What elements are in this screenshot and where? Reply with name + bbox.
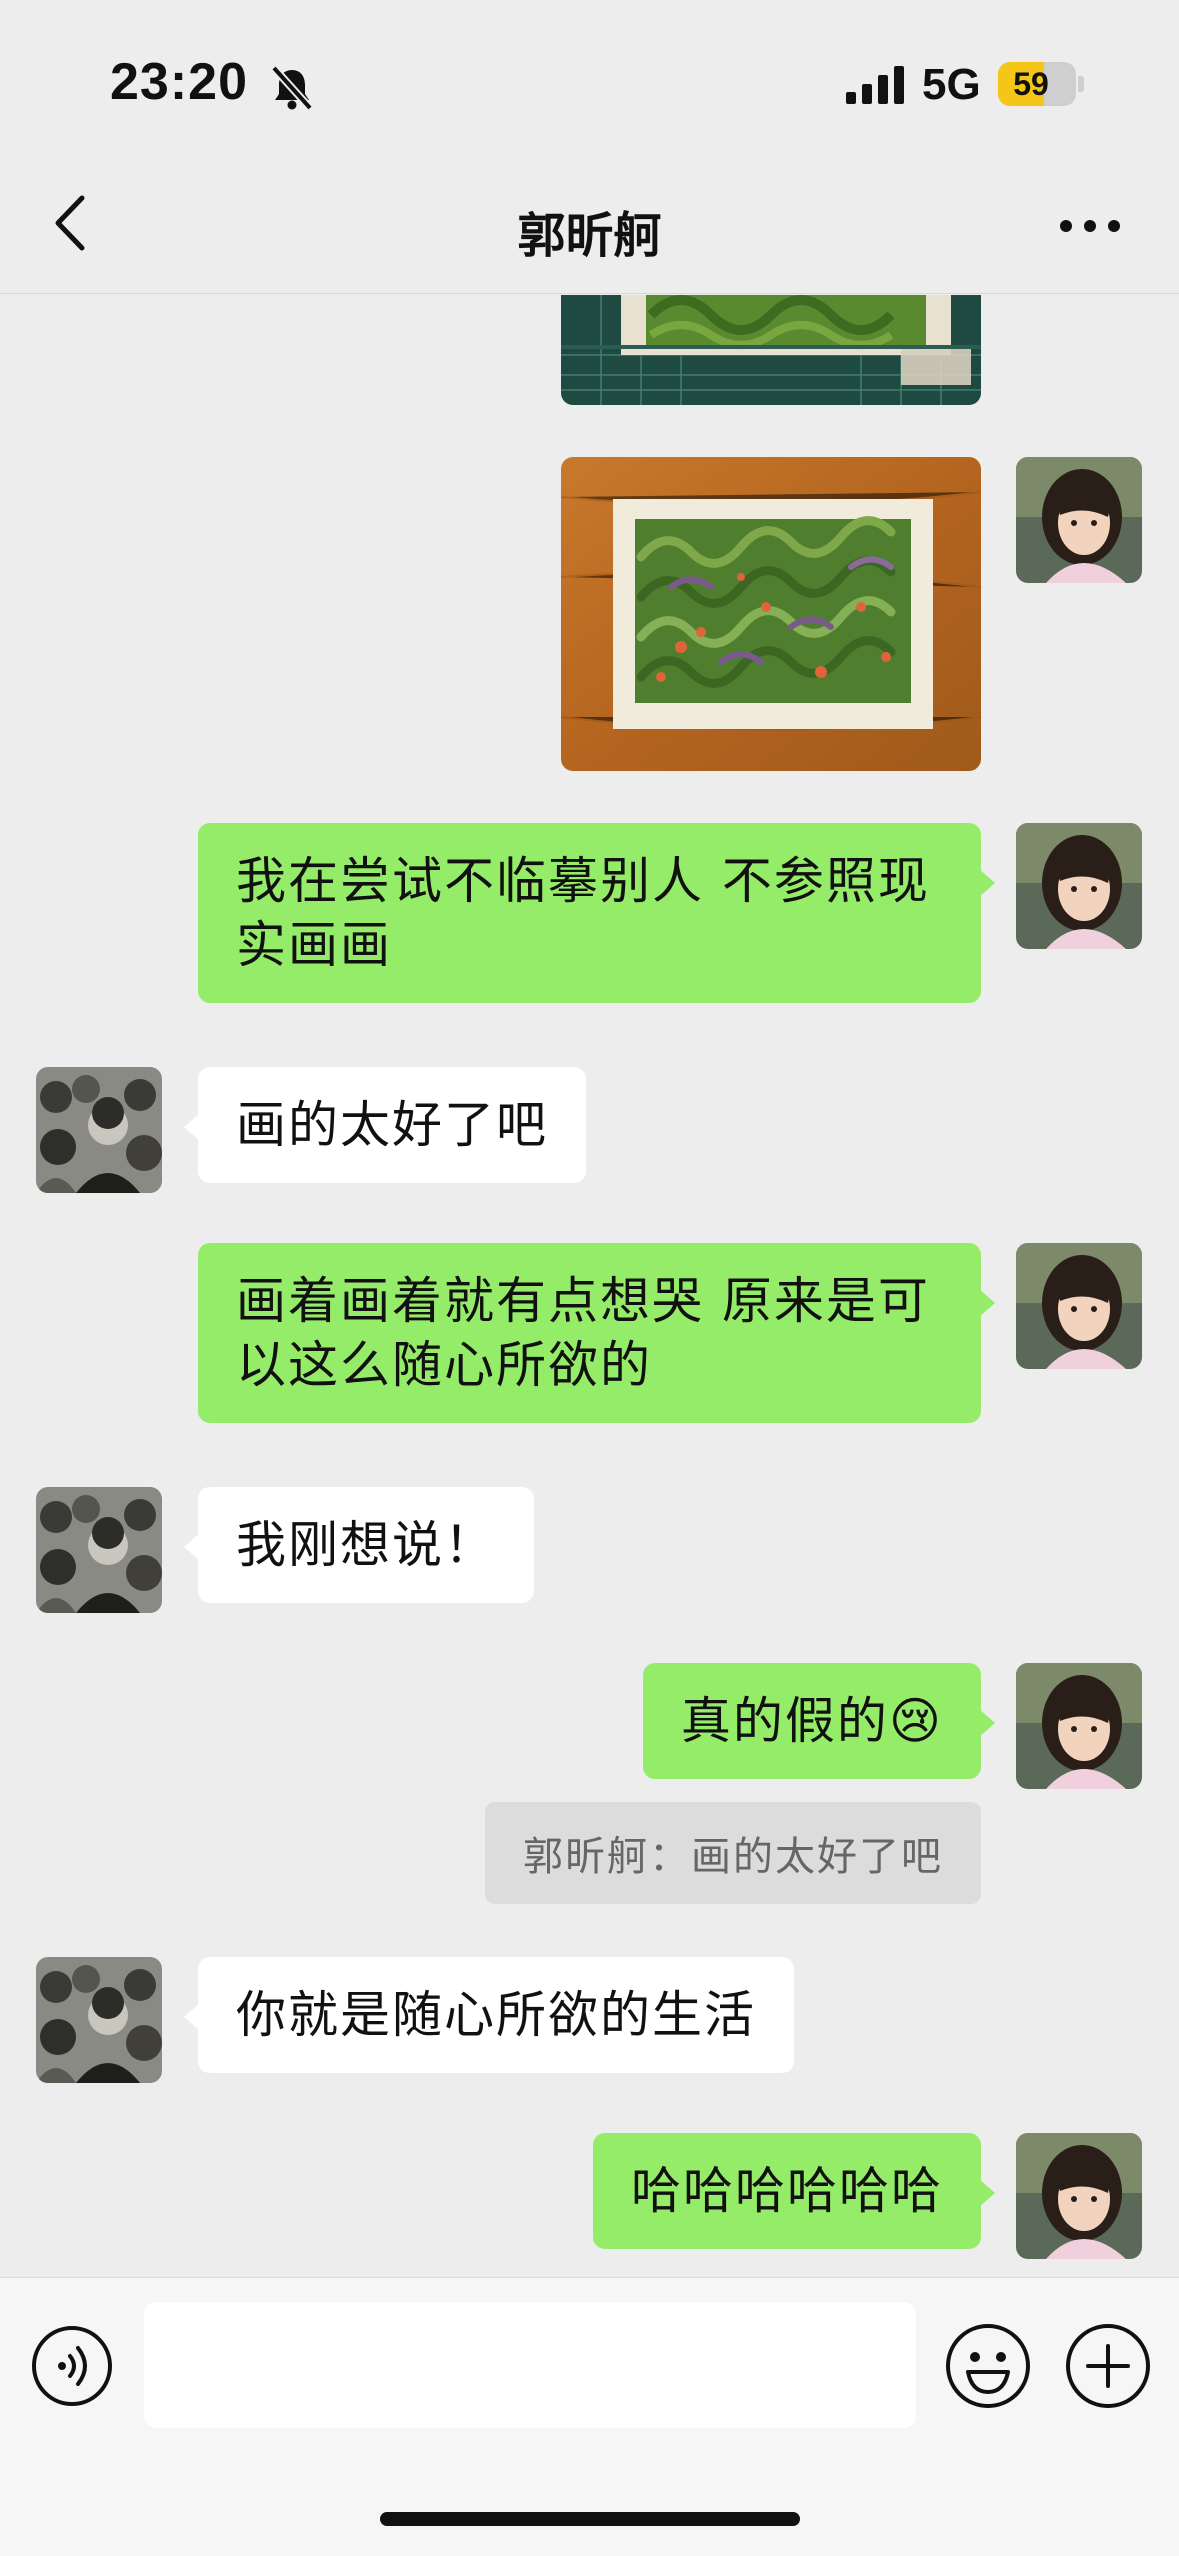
message-bubble-received[interactable]: 你就是随心所欲的生活 (184, 1957, 794, 2073)
battery-icon: 59 (998, 62, 1076, 106)
avatar[interactable] (36, 1487, 162, 1613)
message-list[interactable]: 我在尝试不临摹别人 不参照现 实画画 画的太好了吧 画着画着就有点想哭 原来是可… (0, 295, 1179, 2277)
painting-photo (561, 295, 981, 405)
message-bubble-sent[interactable]: 画着画着就有点想哭 原来是可 以这么随心所欲的 (198, 1243, 995, 1423)
message-text-line: 真的假的 (680, 1692, 889, 1750)
message-text-line: 实画画 (236, 916, 392, 974)
avatar[interactable] (1016, 823, 1142, 949)
network-type: 5G (922, 60, 981, 109)
signal-bars-icon (846, 66, 906, 108)
plus-icon (1066, 2324, 1150, 2408)
message-input[interactable] (144, 2302, 916, 2428)
battery-tip (1078, 76, 1084, 92)
home-indicator[interactable] (380, 2512, 800, 2526)
voice-button[interactable] (30, 2324, 114, 2408)
painting-photo (561, 457, 981, 771)
avatar-crowd-icon (36, 1957, 162, 2083)
clock: 23:20 (110, 53, 248, 111)
message-bubble-received[interactable]: 画的太好了吧 (184, 1067, 586, 1183)
avatar-girl-icon (1016, 2133, 1142, 2259)
message-bubble-sent[interactable]: 哈哈哈哈哈哈 (593, 2133, 995, 2249)
message-bubble-sent[interactable]: 我在尝试不临摹别人 不参照现 实画画 (198, 823, 995, 1003)
image-message[interactable] (561, 457, 981, 771)
bell-muted-icon (270, 64, 314, 116)
ellipsis-icon (1060, 220, 1120, 232)
message-text-line: 画的太好了吧 (236, 1096, 548, 1154)
avatar-crowd-icon (36, 1487, 162, 1613)
quoted-message[interactable]: 郭昕舸：画的太好了吧 (485, 1802, 981, 1904)
avatar[interactable] (1016, 457, 1142, 583)
avatar[interactable] (1016, 2133, 1142, 2259)
message-bubble-received[interactable]: 我刚想说！ (184, 1487, 534, 1603)
image-message[interactable] (561, 295, 981, 405)
quote-text: 郭昕舸：画的太好了吧 (523, 1834, 943, 1880)
avatar[interactable] (1016, 1243, 1142, 1369)
voice-icon (32, 2326, 112, 2406)
battery-level: 59 (1013, 66, 1049, 102)
message-text-line: 我刚想说！ (236, 1516, 496, 1574)
avatar[interactable] (1016, 1663, 1142, 1789)
avatar-crowd-icon (36, 1067, 162, 1193)
more-button[interactable] (1050, 196, 1130, 256)
message-bubble-sent[interactable]: 真的假的😢 (642, 1663, 996, 1779)
avatar-girl-icon (1016, 457, 1142, 583)
emoji-button[interactable] (944, 2322, 1032, 2410)
page-title: 郭昕舸 (517, 208, 662, 264)
avatar-girl-icon (1016, 823, 1142, 949)
crying-emoji-icon: 😢 (888, 1692, 943, 1750)
message-text-line: 哈哈哈哈哈哈 (631, 2162, 943, 2220)
status-bar: 23:20 5G 59 (0, 0, 1179, 160)
chat-header: 郭昕舸 (0, 160, 1179, 294)
avatar-girl-icon (1016, 1243, 1142, 1369)
plus-button[interactable] (1064, 2322, 1152, 2410)
message-text-line: 以这么随心所欲的 (236, 1336, 652, 1394)
message-text-line: 我在尝试不临摹别人 不参照现 (236, 852, 930, 910)
message-text-line: 画着画着就有点想哭 原来是可 (236, 1272, 930, 1330)
avatar-girl-icon (1016, 1663, 1142, 1789)
message-text-line: 你就是随心所欲的生活 (236, 1986, 756, 2044)
avatar[interactable] (36, 1957, 162, 2083)
avatar[interactable] (36, 1067, 162, 1193)
emoji-icon (946, 2324, 1030, 2408)
